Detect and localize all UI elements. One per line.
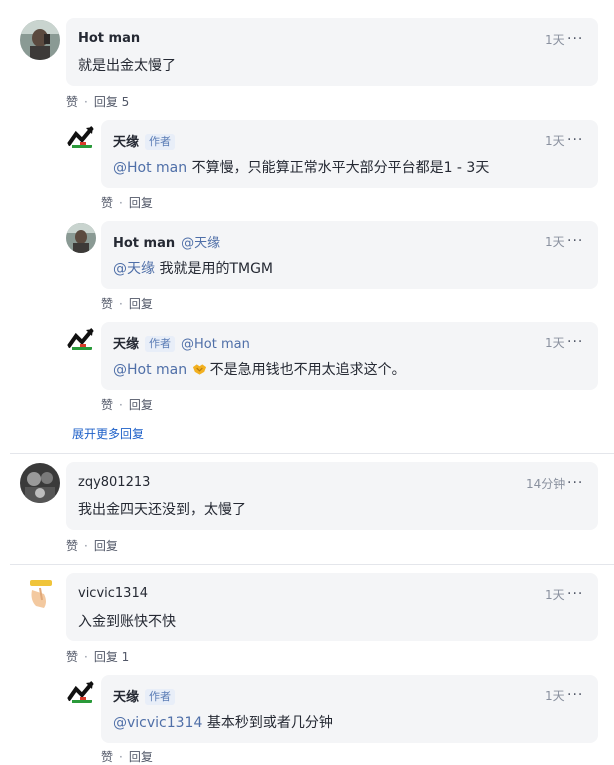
reply-text: @vicvic1314 基本秒到或者几分钟 [113, 712, 333, 732]
author-tag: 作者 [145, 336, 176, 352]
reply-bubble [101, 675, 598, 743]
separator-dot: · [84, 539, 88, 553]
more-options-icon[interactable]: ··· [567, 688, 583, 702]
separator-dot: · [84, 95, 88, 109]
reply-button[interactable]: 回复 1 [94, 650, 129, 664]
reply-body: 我就是用的TMGM [159, 261, 274, 277]
reply-author[interactable]: 天缘 作者 [113, 686, 176, 705]
more-options-icon[interactable]: ··· [567, 32, 583, 46]
reply-button[interactable]: 回复 [94, 539, 118, 553]
reply-time: 1天 [545, 235, 565, 249]
comment-text: 入金到账快不快 [78, 614, 176, 630]
author-tag: 作者 [145, 689, 176, 705]
reply-body: 不是急用钱也不用太追求这个。 [209, 362, 406, 378]
reply-author[interactable]: 天缘 作者 @Hot man [113, 333, 250, 352]
like-button[interactable]: 赞 [66, 95, 78, 109]
reply-actions: 赞 · 回复 [101, 295, 153, 312]
comment-author[interactable]: vicvic1314 [78, 586, 148, 601]
separator-dot: · [119, 750, 123, 764]
handshake-emoji-icon [192, 364, 206, 375]
avatar-hot-man-image [20, 20, 60, 60]
comment-time: 1天 [545, 33, 565, 47]
avatar-hot-man-image [66, 223, 96, 253]
avatar-hot-man[interactable] [20, 20, 60, 60]
reply-author-name[interactable]: 天缘 [113, 690, 139, 705]
avatar-zqy801213-image [20, 463, 60, 503]
avatar-vicvic1314[interactable] [20, 574, 60, 614]
comment-text: 就是出金太慢了 [78, 58, 176, 74]
comment-actions: 赞 · 回复 1 [66, 648, 129, 665]
mention-link[interactable]: @vicvic1314 [113, 715, 202, 731]
like-button[interactable]: 赞 [101, 750, 113, 764]
comment-bubble [66, 18, 598, 86]
mention-link[interactable]: @Hot man [113, 160, 187, 176]
avatar-tianyuan[interactable] [66, 677, 96, 707]
reply-button[interactable]: 回复 [129, 750, 153, 764]
reply-text: @Hot man 不是急用钱也不用太追求这个。 [113, 359, 406, 379]
avatar-tianyuan[interactable] [66, 324, 96, 354]
comment-time: 14分钟 [526, 477, 566, 491]
comment-bubble [66, 462, 598, 530]
mention-link[interactable]: @天缘 [113, 261, 155, 277]
reply-time: 1天 [545, 134, 565, 148]
reply-actions: 赞 · 回复 [101, 194, 153, 211]
avatar-zqy801213[interactable] [20, 463, 60, 503]
avatar-tianyuan-image [67, 126, 94, 148]
like-button[interactable]: 赞 [66, 650, 78, 664]
comment-divider [10, 453, 614, 454]
comment-text: 我出金四天还没到，太慢了 [78, 502, 246, 518]
mention-link[interactable]: @Hot man [113, 362, 187, 378]
comment-actions: 赞 · 回复 [66, 537, 118, 554]
reply-actions: 赞 · 回复 [101, 396, 153, 413]
more-options-icon[interactable]: ··· [567, 133, 583, 147]
reply-author-name[interactable]: Hot man [113, 236, 175, 251]
reply-button[interactable]: 回复 [129, 398, 153, 412]
reply-author-name[interactable]: 天缘 [113, 135, 139, 150]
comment-actions: 赞 · 回复 5 [66, 93, 129, 110]
reply-to-mention[interactable]: @天缘 [181, 236, 220, 251]
separator-dot: · [119, 398, 123, 412]
reply-bubble [101, 120, 598, 188]
author-tag: 作者 [145, 134, 176, 150]
reply-text: @天缘 我就是用的TMGM [113, 258, 273, 278]
reply-author-name[interactable]: 天缘 [113, 337, 139, 352]
reply-text: @Hot man 不算慢，只能算正常水平大部分平台都是1 - 3天 [113, 157, 489, 177]
reply-time: 1天 [545, 689, 565, 703]
more-options-icon[interactable]: ··· [567, 587, 583, 601]
reply-author[interactable]: 天缘 作者 [113, 131, 176, 150]
separator-dot: · [119, 297, 123, 311]
comment-author[interactable]: zqy801213 [78, 475, 150, 490]
expand-more-replies-link[interactable]: 展开更多回复 [72, 425, 144, 442]
like-button[interactable]: 赞 [101, 398, 113, 412]
reply-button[interactable]: 回复 [129, 297, 153, 311]
reply-button[interactable]: 回复 5 [94, 95, 129, 109]
reply-body: 基本秒到或者几分钟 [206, 715, 333, 731]
more-options-icon[interactable]: ··· [567, 335, 583, 349]
avatar-tianyuan-image [67, 328, 94, 350]
reply-button[interactable]: 回复 [129, 196, 153, 210]
more-options-icon[interactable]: ··· [567, 234, 583, 248]
like-button[interactable]: 赞 [101, 196, 113, 210]
reply-to-mention[interactable]: @Hot man [181, 337, 250, 352]
like-button[interactable]: 赞 [101, 297, 113, 311]
avatar-tianyuan[interactable] [66, 122, 96, 152]
more-options-icon[interactable]: ··· [567, 476, 583, 490]
avatar-tianyuan-image [67, 681, 94, 703]
avatar-vicvic1314-image [20, 574, 60, 614]
comment-time: 1天 [545, 588, 565, 602]
comment-divider [10, 564, 614, 565]
reply-actions: 赞 · 回复 [101, 748, 153, 765]
separator-dot: · [84, 650, 88, 664]
separator-dot: · [119, 196, 123, 210]
like-button[interactable]: 赞 [66, 539, 78, 553]
comment-author[interactable]: Hot man [78, 31, 140, 46]
reply-body: 不算慢，只能算正常水平大部分平台都是1 - 3天 [191, 160, 490, 176]
reply-author[interactable]: Hot man @天缘 [113, 232, 220, 251]
avatar-hot-man[interactable] [66, 223, 96, 253]
reply-time: 1天 [545, 336, 565, 350]
